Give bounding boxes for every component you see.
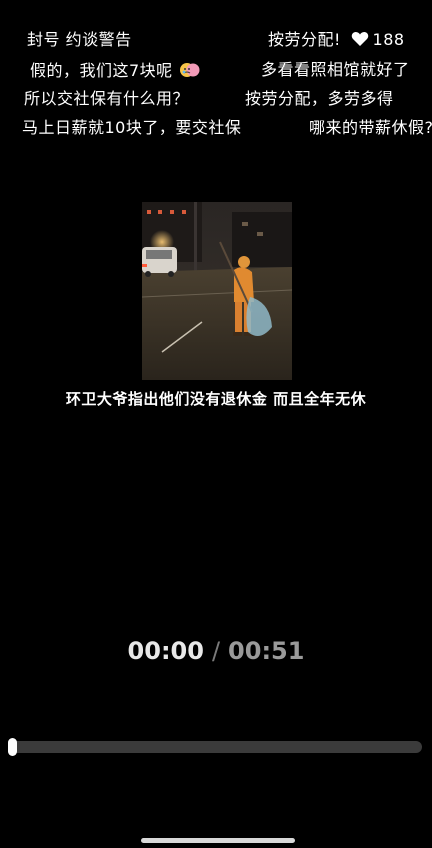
danmaku-text: 马上日薪就10块了，要交社保 <box>22 118 242 137</box>
danmaku-text: 所以交社保有什么用？ <box>24 89 190 108</box>
danmaku-line3-left: 所以交社保有什么用？ <box>24 89 189 109</box>
danmaku-line2-right: 多看看照相馆就好了 <box>261 60 410 80</box>
progress-scrubber-handle[interactable] <box>8 738 17 756</box>
video-frame[interactable] <box>142 202 292 380</box>
danmaku-text: 按劳分配，多劳多得 <box>245 89 394 108</box>
like-count: 188 <box>372 30 405 49</box>
danmaku-text: 多看看照相馆就好了 <box>261 60 410 79</box>
danmaku-text: 假的，我们这7块呢 <box>30 61 173 80</box>
home-indicator <box>141 838 295 843</box>
time-separator: / <box>211 637 221 665</box>
danmaku-line1-right: 按劳分配! 188 <box>268 30 405 52</box>
street-scene-image <box>142 202 292 380</box>
progress-bar[interactable] <box>10 741 422 753</box>
danmaku-text: 封号 约谈警告 <box>27 30 132 49</box>
danmaku-text: 哪来的带薪休假? <box>309 118 432 137</box>
video-caption: 环卫大爷指出他们没有退休金 而且全年无休 <box>65 390 367 408</box>
heart-icon[interactable] <box>351 31 369 52</box>
danmaku-line1-left: 封号 约谈警告 <box>27 30 132 50</box>
danmaku-line2-left: 假的，我们这7块呢 <box>30 60 201 81</box>
current-time: 00:00 <box>127 637 204 665</box>
total-time: 00:51 <box>228 637 305 665</box>
time-display: 00:00/00:51 <box>0 637 432 665</box>
danmaku-text: 按劳分配! <box>268 30 341 49</box>
crying-face-emoji-icon <box>179 60 201 80</box>
danmaku-line4-right: 哪来的带薪休假? <box>309 118 432 138</box>
danmaku-line4-left: 马上日薪就10块了，要交社保 <box>22 118 241 138</box>
danmaku-line3-right: 按劳分配，多劳多得 <box>245 89 394 109</box>
